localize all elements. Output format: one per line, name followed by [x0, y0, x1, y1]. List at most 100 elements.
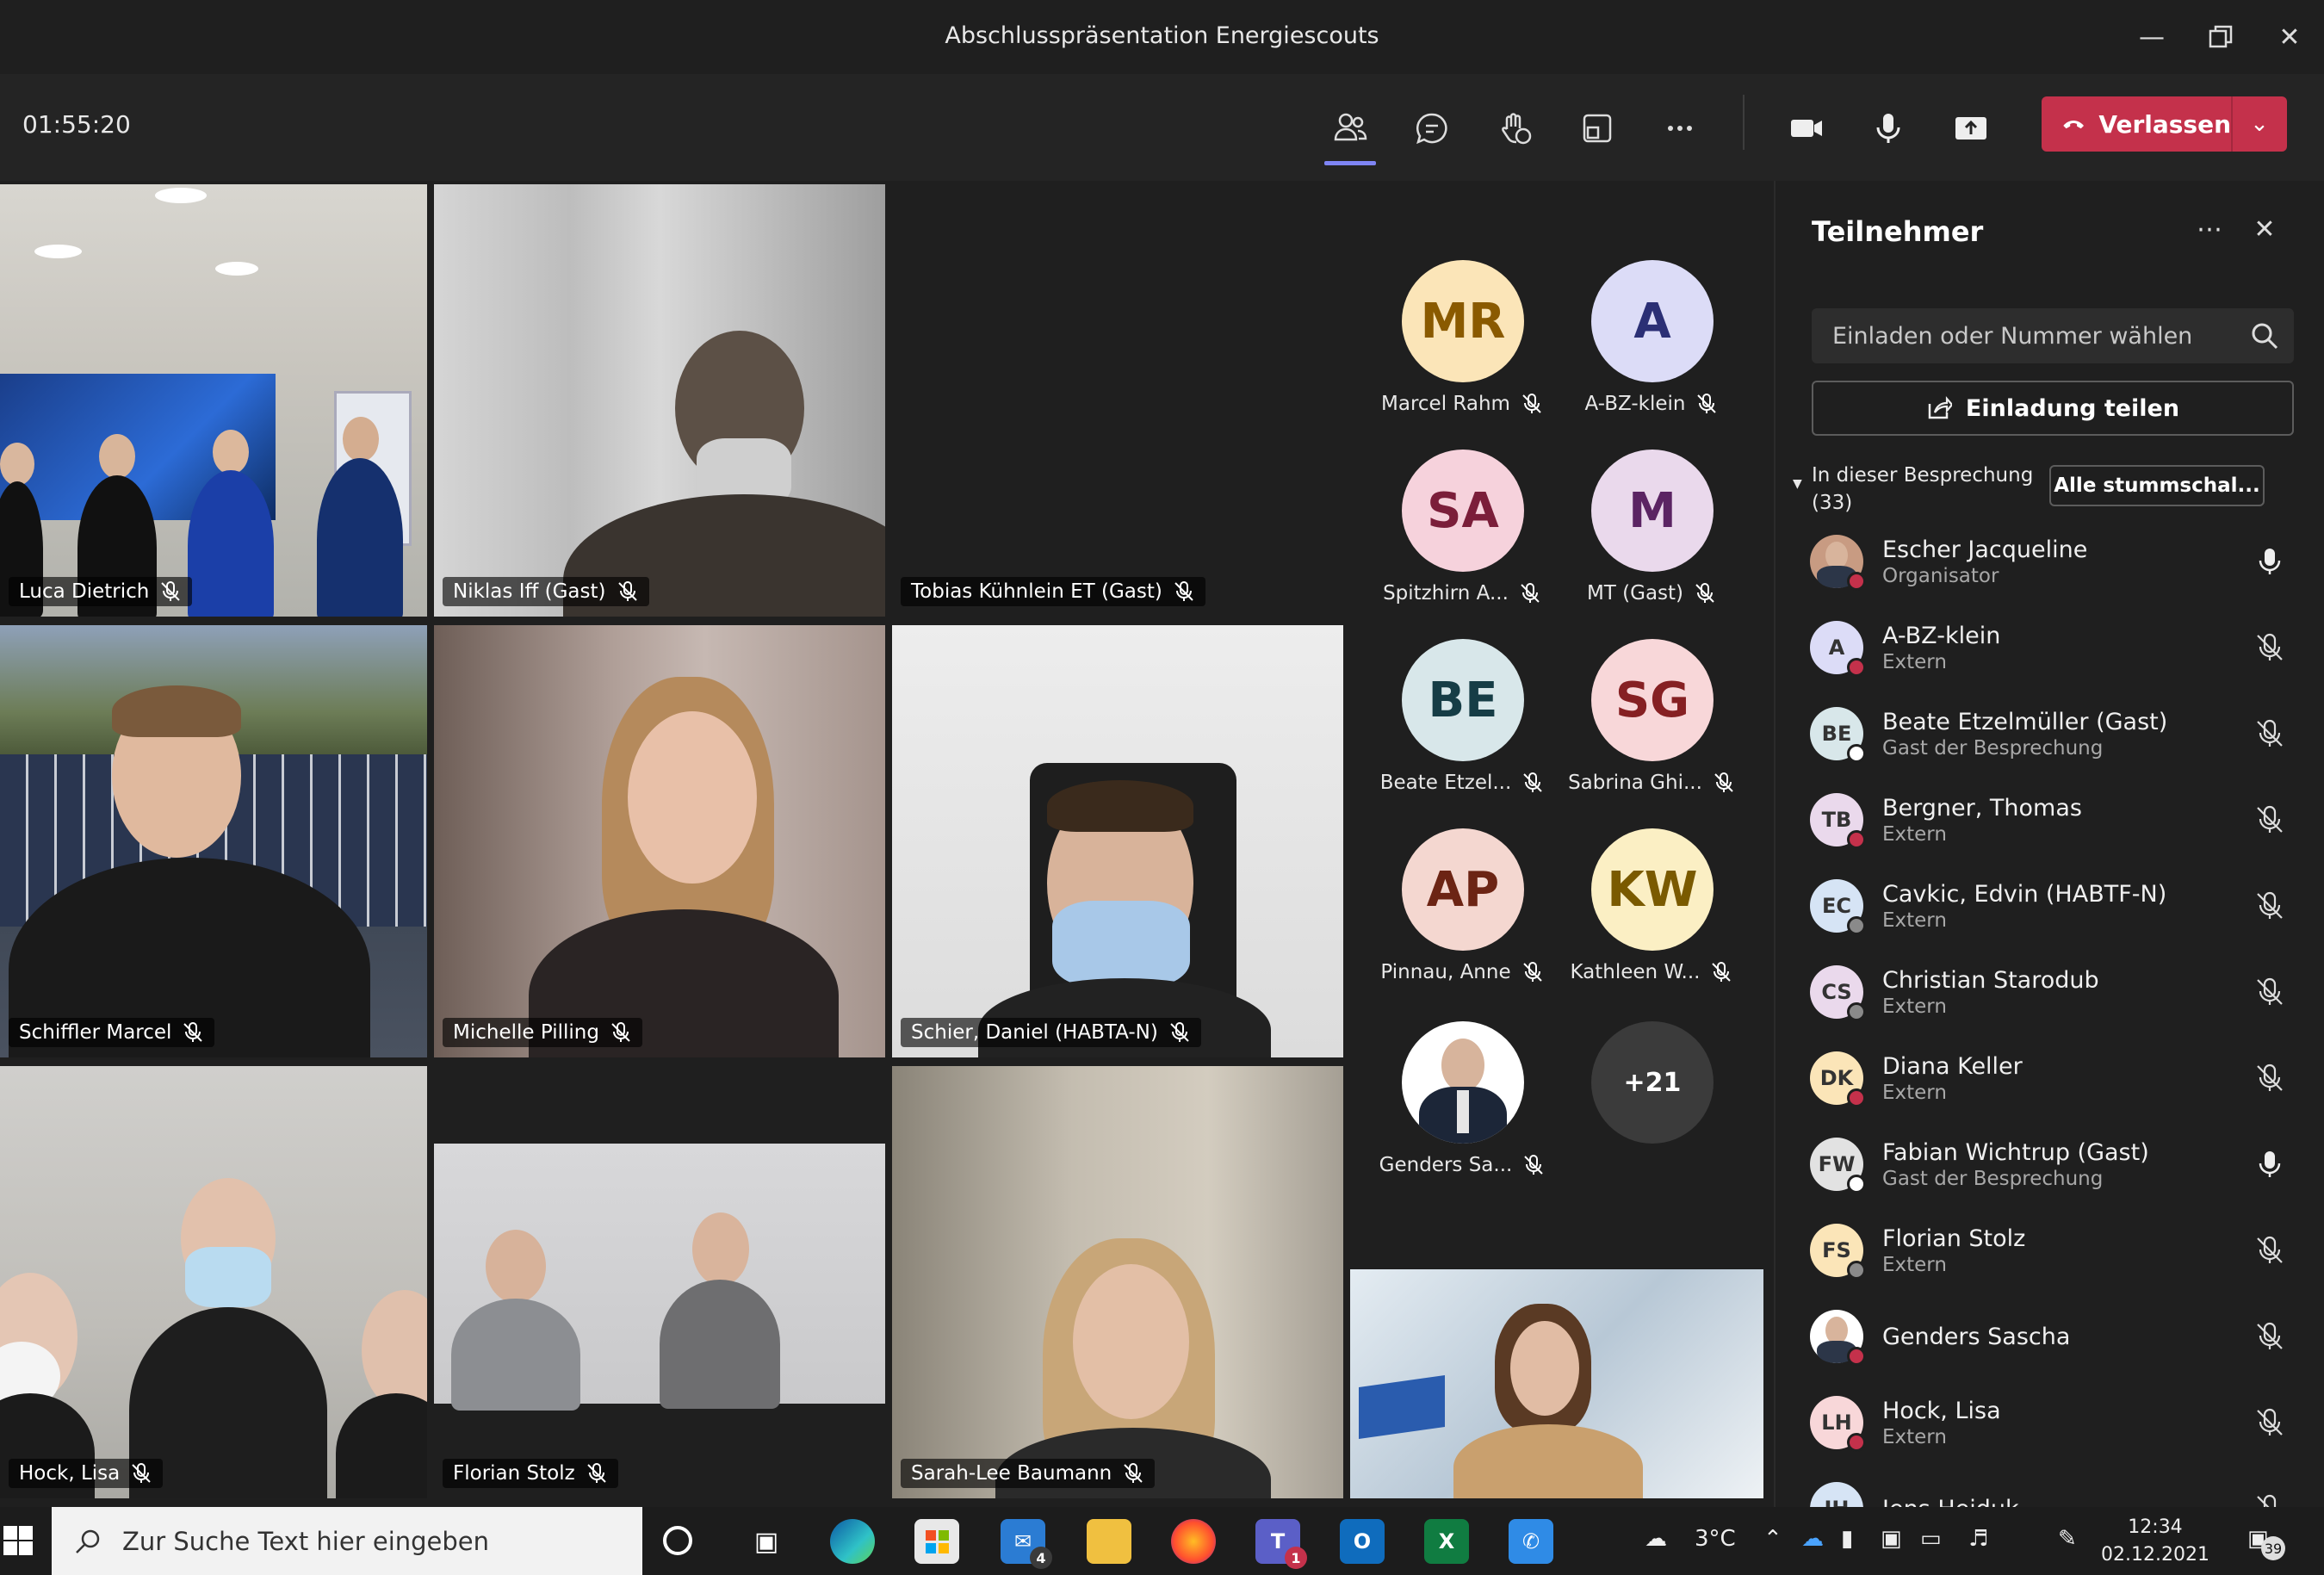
participant-row[interactable]: CS Christian Starodub Extern — [1810, 949, 2292, 1035]
video-tile[interactable]: Luca Dietrich — [0, 184, 427, 617]
onedrive-icon[interactable]: ☁ — [1801, 1526, 1824, 1552]
participant-row[interactable]: BE Beate Etzelmüller (Gast) Gast der Bespr… — [1810, 691, 2292, 777]
minimize-icon[interactable]: — — [2130, 16, 2173, 59]
avatar[interactable]: SG — [1591, 639, 1714, 761]
video-tile[interactable]: Niklas Iff (Gast) — [434, 184, 885, 617]
panel-more-icon[interactable]: ⋯ — [2191, 210, 2228, 248]
presence-status-icon — [1847, 1002, 1866, 1021]
edge-browser-icon[interactable] — [830, 1519, 875, 1564]
avatar[interactable]: M — [1591, 450, 1714, 572]
mic-off-icon[interactable] — [2254, 632, 2285, 663]
participant-row[interactable]: TB Bergner, Thomas Extern — [1810, 777, 2292, 863]
participant-row[interactable]: Escher Jacqueline Organisator — [1810, 518, 2292, 605]
invite-search-input[interactable] — [1812, 308, 2294, 363]
participant-row[interactable]: DK Diana Keller Extern — [1810, 1035, 2292, 1121]
participant-row[interactable]: JH Jens Heiduk — [1810, 1466, 2292, 1507]
avatar[interactable]: KW — [1591, 828, 1714, 951]
microphone-icon — [1876, 114, 1900, 143]
avatar[interactable]: MR — [1402, 260, 1524, 382]
usb-icon[interactable]: ▮ — [1841, 1526, 1853, 1552]
avatar-name-text: Spitzhirn A... — [1383, 582, 1509, 605]
participant-row[interactable]: LH Hock, Lisa Extern — [1810, 1380, 2292, 1466]
mic-off-icon[interactable] — [2254, 718, 2285, 749]
participant-label: Sarah-Lee Baumann — [901, 1459, 1156, 1488]
mic-off-icon[interactable] — [2254, 1493, 2285, 1507]
system-clock[interactable]: 12:34 02.12.2021 — [2101, 1514, 2209, 1569]
mic-off-icon[interactable] — [2254, 890, 2285, 921]
chat-button[interactable] — [1402, 98, 1462, 158]
leave-options-chevron-icon[interactable]: ⌄ — [2231, 96, 2286, 152]
mic-off-icon[interactable] — [2254, 804, 2285, 835]
taskbar-search[interactable]: Zur Suche Text hier eingeben — [52, 1507, 642, 1575]
participant-row[interactable]: A A-BZ-klein Extern — [1810, 605, 2292, 691]
avatar[interactable]: AP — [1402, 828, 1524, 951]
avatar[interactable]: SA — [1402, 450, 1524, 572]
notification-icon[interactable]: ▣ 39 — [2247, 1526, 2285, 1560]
search-icon[interactable] — [2249, 320, 2280, 351]
self-view-tile[interactable] — [1350, 1269, 1763, 1498]
avatar-photo[interactable] — [1402, 1021, 1524, 1144]
teams-icon[interactable]: T 1 — [1255, 1519, 1307, 1569]
video-tile[interactable]: Schier, Daniel (HABTA-N) — [892, 625, 1343, 1057]
participant-avatar: CS — [1810, 965, 1866, 1021]
microsoft-store-icon[interactable] — [914, 1519, 959, 1564]
participant-row[interactable]: Genders Sascha — [1810, 1293, 2292, 1380]
video-tile[interactable]: Tobias Kühnlein ET (Gast) — [892, 184, 1343, 617]
mic-off-icon[interactable] — [2254, 1235, 2285, 1266]
participant-row[interactable]: EC Cavkic, Edvin (HABTF-N) Extern — [1810, 863, 2292, 949]
more-participants-bubble[interactable]: +21 — [1591, 1021, 1714, 1144]
reactions-button[interactable] — [1484, 98, 1545, 158]
network-icon[interactable]: ▣ — [1881, 1526, 1902, 1552]
meeting-section-header[interactable]: ▼ In dieser Besprechung (33) — [1793, 462, 2033, 517]
avatar[interactable]: BE — [1402, 639, 1524, 761]
pen-icon[interactable]: ✎ — [2058, 1526, 2077, 1552]
windows-start-icon[interactable] — [3, 1526, 33, 1555]
participant-row[interactable]: FS Florian Stolz Extern — [1810, 1207, 2292, 1293]
close-window-icon[interactable]: ✕ — [2268, 16, 2311, 59]
leave-main[interactable]: Verlassen — [2042, 96, 2231, 152]
avatar[interactable]: A — [1591, 260, 1714, 382]
more-actions-button[interactable] — [1650, 98, 1710, 158]
cortana-icon[interactable] — [663, 1526, 692, 1555]
mic-off-icon[interactable] — [2254, 1407, 2285, 1438]
tray-chevron-icon[interactable]: ⌃ — [1763, 1526, 1782, 1552]
mic-off-icon — [1521, 583, 1540, 603]
mail-icon[interactable]: ✉ 4 — [1001, 1519, 1052, 1569]
rooms-button[interactable] — [1567, 98, 1627, 158]
participant-row[interactable]: FW Fabian Wichtrup (Gast) Gast der Besprec… — [1810, 1121, 2292, 1207]
phone-app-icon[interactable]: ✆ — [1509, 1519, 1553, 1564]
share-screen-button[interactable] — [1941, 98, 2001, 158]
leave-label: Verlassen — [2098, 109, 2231, 139]
clock-date: 02.12.2021 — [2101, 1544, 2209, 1566]
excel-icon[interactable]: X — [1424, 1519, 1469, 1564]
outlook-icon[interactable]: O — [1340, 1519, 1385, 1564]
video-tile[interactable]: Sarah-Lee Baumann — [892, 1066, 1343, 1498]
participants-panel: Teilnehmer ⋯ ✕ Einladung teilen ▼ In die… — [1774, 181, 2324, 1507]
microphone-icon[interactable] — [2254, 546, 2285, 577]
mic-off-icon[interactable] — [2254, 1063, 2285, 1094]
task-view-icon[interactable]: ▣ — [744, 1519, 789, 1564]
mic-off-icon[interactable] — [2254, 1321, 2285, 1352]
video-tile[interactable]: Michelle Pilling — [434, 625, 885, 1057]
video-tile[interactable]: Florian Stolz — [434, 1066, 885, 1498]
volume-icon[interactable]: ♬ — [1968, 1526, 1988, 1552]
mute-all-button[interactable]: Alle stummschal... — [2049, 465, 2265, 506]
firefox-icon[interactable] — [1171, 1519, 1216, 1564]
share-invite-button[interactable]: Einladung teilen — [1812, 381, 2294, 436]
microphone-icon[interactable] — [2254, 1149, 2285, 1180]
participant-label: Niklas Iff (Gast) — [443, 577, 649, 606]
participants-button[interactable] — [1320, 98, 1380, 165]
participant-initials: BE — [1821, 722, 1852, 746]
battery-icon[interactable]: ▭ — [1920, 1526, 1942, 1552]
panel-close-icon[interactable]: ✕ — [2246, 210, 2284, 248]
microphone-button[interactable] — [1858, 98, 1918, 158]
file-explorer-icon[interactable] — [1087, 1519, 1131, 1564]
camera-button[interactable] — [1776, 98, 1837, 158]
mic-off-icon[interactable] — [2254, 977, 2285, 1008]
restore-icon[interactable] — [2199, 16, 2242, 59]
video-tile[interactable]: Hock, Lisa — [0, 1066, 427, 1498]
leave-button[interactable]: Verlassen ⌄ — [2042, 96, 2287, 152]
video-tile[interactable]: Schiffler Marcel — [0, 625, 427, 1057]
participant-avatar: TB — [1810, 793, 1866, 849]
weather-icon[interactable]: ☁ — [1645, 1526, 1667, 1552]
